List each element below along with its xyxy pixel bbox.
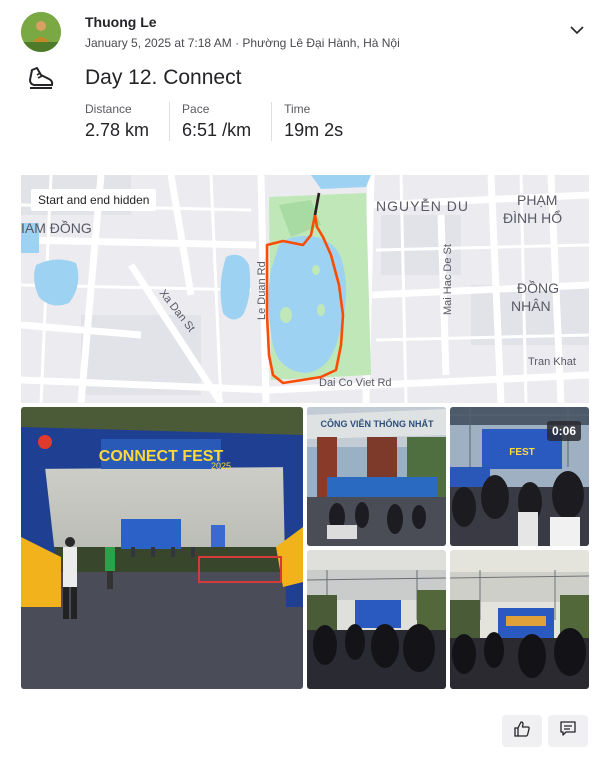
athlete-name[interactable]: Thuong Le <box>85 14 157 30</box>
map-label: Le Duan Rd <box>256 261 268 320</box>
privacy-badge: Start and end hidden <box>31 189 157 211</box>
stat-value: 6:51 /km <box>182 120 252 140</box>
activity-stats: Distance 2.78 km Pace 6:51 /km Time 19m … <box>85 102 375 141</box>
running-shoe-icon <box>27 64 55 92</box>
map-label: Dai Co Viet Rd <box>319 377 392 389</box>
stat-label: Distance <box>85 102 132 116</box>
video-stage[interactable]: FEST 0:06 <box>450 407 589 546</box>
stat-value: 19m 2s <box>284 120 344 140</box>
gate-year: 2025 <box>211 461 231 471</box>
stat-label: Time <box>284 102 311 116</box>
comment-icon <box>559 720 577 743</box>
map-label: PHẠM <box>517 192 557 208</box>
svg-text:FEST: FEST <box>509 447 535 458</box>
photo-main[interactable]: CONNECT FEST 2025 <box>21 407 303 689</box>
thumbs-up-icon <box>513 720 531 743</box>
route-map[interactable]: NGUYỄN DU PHẠM ĐÌNH HỔ ĐỒNG NHÂN IAM ĐỒN… <box>21 175 589 403</box>
map-label: ĐÌNH HỔ <box>503 209 562 226</box>
photo-crowd-2[interactable] <box>450 550 589 689</box>
photo-park-gate[interactable]: CÔNG VIÊN THỐNG NHẤT <box>307 407 446 546</box>
gate-title: CONNECT FEST <box>99 448 224 465</box>
map-label: Tran Khat <box>528 356 576 368</box>
stat-time: Time 19m 2s <box>284 102 363 141</box>
stat-label: Pace <box>182 102 210 116</box>
activity-meta: January 5, 2025 at 7:18 AM · Phường Lê Đ… <box>85 36 400 50</box>
map-label: NGUYỄN DU <box>376 198 469 214</box>
kudos-button[interactable] <box>502 715 542 747</box>
stat-value: 2.78 km <box>85 120 150 140</box>
map-label: IAM ĐỒNG <box>21 219 92 236</box>
video-duration: 0:06 <box>546 421 581 441</box>
park-sign: CÔNG VIÊN THỐNG NHẤT <box>320 418 434 429</box>
avatar[interactable] <box>21 12 61 52</box>
photo-crowd-1[interactable] <box>307 550 446 689</box>
comment-button[interactable] <box>548 715 588 747</box>
map-label: Mai Hac De St <box>442 244 454 315</box>
stat-distance: Distance 2.78 km <box>85 102 171 141</box>
stat-pace: Pace 6:51 /km <box>182 102 273 141</box>
activity-title[interactable]: Day 12. Connect <box>85 66 241 90</box>
map-label: NHÂN <box>511 298 551 314</box>
chevron-down-icon[interactable] <box>566 20 588 40</box>
map-label: ĐỒNG <box>517 279 559 296</box>
